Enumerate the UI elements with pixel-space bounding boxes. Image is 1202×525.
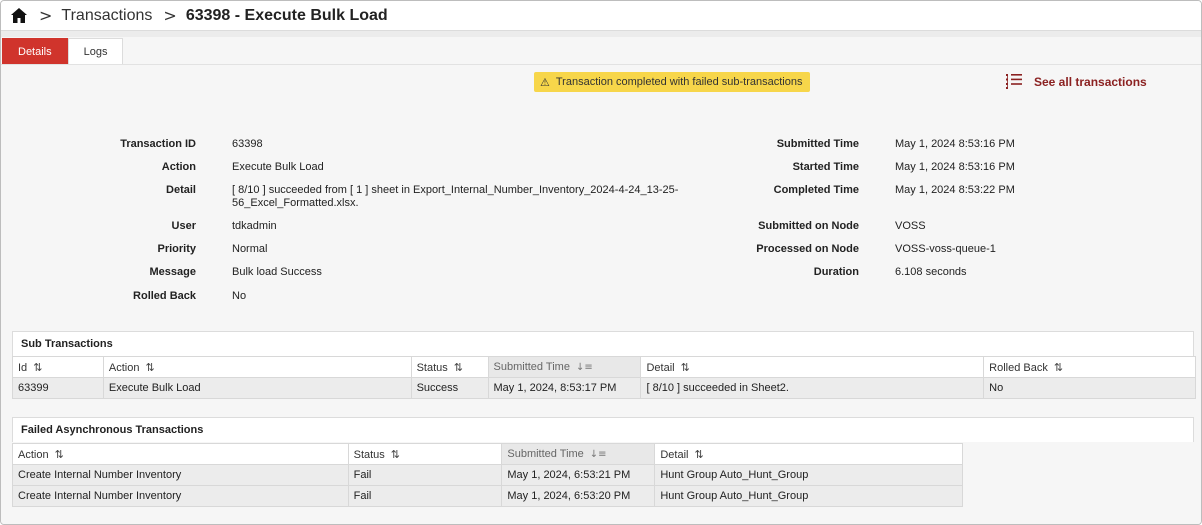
- sub-transactions-title: Sub Transactions: [12, 331, 1194, 356]
- cell-submitted-time: May 1, 2024, 6:53:20 PM: [501, 485, 656, 507]
- value-detail: [ 8/10 ] succeeded from [ 1 ] sheet in E…: [232, 184, 679, 196]
- sort-desc-icon: ↓≡: [575, 362, 593, 373]
- sort-icon: ⇅: [680, 360, 690, 374]
- status-banner: ⚠ Transaction completed with failed sub-…: [534, 72, 811, 92]
- value-action: Execute Bulk Load: [232, 161, 324, 173]
- list-icon: [1006, 74, 1022, 89]
- cell-detail: [ 8/10 ] succeeded in Sheet2.: [640, 377, 985, 399]
- value-completed-time: May 1, 2024 8:53:22 PM: [895, 184, 1015, 196]
- col-header-submitted-time[interactable]: Submitted Time ↓≡: [487, 356, 642, 378]
- label-processed-node: Processed on Node: [756, 243, 859, 255]
- home-icon[interactable]: [10, 7, 28, 25]
- failed-async-table: Action ⇅ Status ⇅ Submitted Time ↓≡ Detail ⇅…: [12, 443, 963, 507]
- value-duration: 6.108 seconds: [895, 266, 967, 278]
- label-detail: Detail: [166, 184, 196, 196]
- label-message: Message: [149, 266, 196, 278]
- cell-submitted-time: May 1, 2024, 6:53:21 PM: [501, 464, 656, 486]
- sort-icon: ⇅: [145, 360, 155, 374]
- chevron-right-icon: >: [163, 6, 177, 25]
- status-banner-text: Transaction completed with failed sub-tr…: [555, 76, 803, 88]
- sort-icon: ⇅: [694, 447, 704, 461]
- label-priority: Priority: [157, 243, 196, 255]
- see-all-label: See all transactions: [1034, 74, 1147, 89]
- failed-async-title: Failed Asynchronous Transactions: [12, 417, 1194, 442]
- col-header-detail[interactable]: Detail ⇅: [640, 356, 985, 378]
- breadcrumb: > Transactions > 63398 - Execute Bulk Lo…: [1, 1, 1201, 31]
- table-header-row: Id ⇅ Action ⇅ Status ⇅ Submitted Time ↓≡ Det…: [12, 356, 1196, 378]
- header-divider: [1, 31, 1201, 37]
- sort-icon: ⇅: [1053, 360, 1064, 374]
- value-priority: Normal: [232, 243, 268, 255]
- table-row[interactable]: 63399 Execute Bulk Load Success May 1, 2…: [12, 377, 1196, 399]
- value-submitted-node: VOSS: [895, 220, 926, 232]
- col-header-status[interactable]: Status ⇅: [410, 356, 489, 378]
- cell-detail: Hunt Group Auto_Hunt_Group: [654, 485, 963, 507]
- cell-id: 63399: [12, 377, 104, 399]
- table-header-row: Action ⇅ Status ⇅ Submitted Time ↓≡ Detail ⇅: [12, 443, 963, 465]
- cell-action: Create Internal Number Inventory: [12, 485, 349, 507]
- sub-transactions-table: Id ⇅ Action ⇅ Status ⇅ Submitted Time ↓≡ Det…: [12, 356, 1196, 399]
- cell-action: Execute Bulk Load: [102, 377, 412, 399]
- value-user: tdkadmin: [232, 220, 277, 232]
- label-started-time: Started Time: [792, 161, 859, 173]
- value-processed-node: VOSS-voss-queue-1: [895, 243, 996, 255]
- tab-logs[interactable]: Logs: [67, 38, 124, 64]
- col-header-rolled-back[interactable]: Rolled Back ⇅: [983, 356, 1196, 378]
- col-header-id[interactable]: Id ⇅: [12, 356, 104, 378]
- cell-action: Create Internal Number Inventory: [12, 464, 349, 486]
- label-submitted-node: Submitted on Node: [758, 220, 859, 232]
- page-title: 63398 - Execute Bulk Load: [185, 6, 388, 24]
- cell-detail: Hunt Group Auto_Hunt_Group: [654, 464, 963, 486]
- label-transaction-id: Transaction ID: [120, 138, 196, 150]
- sort-desc-icon: ↓≡: [589, 449, 607, 460]
- cell-rolled-back: No: [983, 377, 1196, 399]
- sort-icon: ⇅: [453, 360, 463, 374]
- chevron-right-icon: >: [39, 6, 53, 25]
- sort-icon: ⇅: [54, 447, 64, 461]
- value-started-time: May 1, 2024 8:53:16 PM: [895, 161, 1015, 173]
- col-header-detail[interactable]: Detail ⇅: [654, 443, 963, 465]
- breadcrumb-transactions[interactable]: Transactions: [61, 7, 152, 25]
- value-message: Bulk load Success: [232, 266, 322, 278]
- col-header-status[interactable]: Status ⇅: [347, 443, 503, 465]
- label-action: Action: [161, 161, 196, 173]
- see-all-transactions-link[interactable]: See all transactions: [1006, 74, 1147, 89]
- table-row[interactable]: Create Internal Number Inventory Fail Ma…: [12, 464, 963, 486]
- tab-details[interactable]: Details: [2, 38, 68, 64]
- value-transaction-id: 63398: [232, 138, 263, 150]
- label-user: User: [171, 220, 196, 232]
- label-duration: Duration: [813, 266, 859, 278]
- tab-bar: Details Logs: [2, 38, 124, 64]
- cell-submitted-time: May 1, 2024, 8:53:17 PM: [487, 377, 642, 399]
- cell-status: Fail: [347, 485, 503, 507]
- table-row[interactable]: Create Internal Number Inventory Fail Ma…: [12, 485, 963, 507]
- warning-icon: ⚠: [540, 75, 550, 89]
- transaction-detail-page: > Transactions > 63398 - Execute Bulk Lo…: [0, 0, 1202, 525]
- cell-status: Success: [410, 377, 489, 399]
- col-header-action[interactable]: Action ⇅: [102, 356, 412, 378]
- col-header-submitted-time[interactable]: Submitted Time ↓≡: [501, 443, 656, 465]
- cell-status: Fail: [347, 464, 503, 486]
- value-rolled-back: No: [232, 290, 247, 302]
- value-submitted-time: May 1, 2024 8:53:16 PM: [895, 138, 1015, 150]
- label-rolled-back: Rolled Back: [133, 290, 196, 302]
- sort-icon: ⇅: [33, 360, 43, 374]
- details-panel: ⚠ Transaction completed with failed sub-…: [1, 64, 1201, 524]
- label-completed-time: Completed Time: [773, 184, 859, 196]
- label-submitted-time: Submitted Time: [776, 138, 859, 150]
- col-header-action[interactable]: Action ⇅: [12, 443, 349, 465]
- value-detail-line2: 56_Excel_Formatted.xlsx.: [232, 197, 359, 209]
- sort-icon: ⇅: [390, 447, 401, 461]
